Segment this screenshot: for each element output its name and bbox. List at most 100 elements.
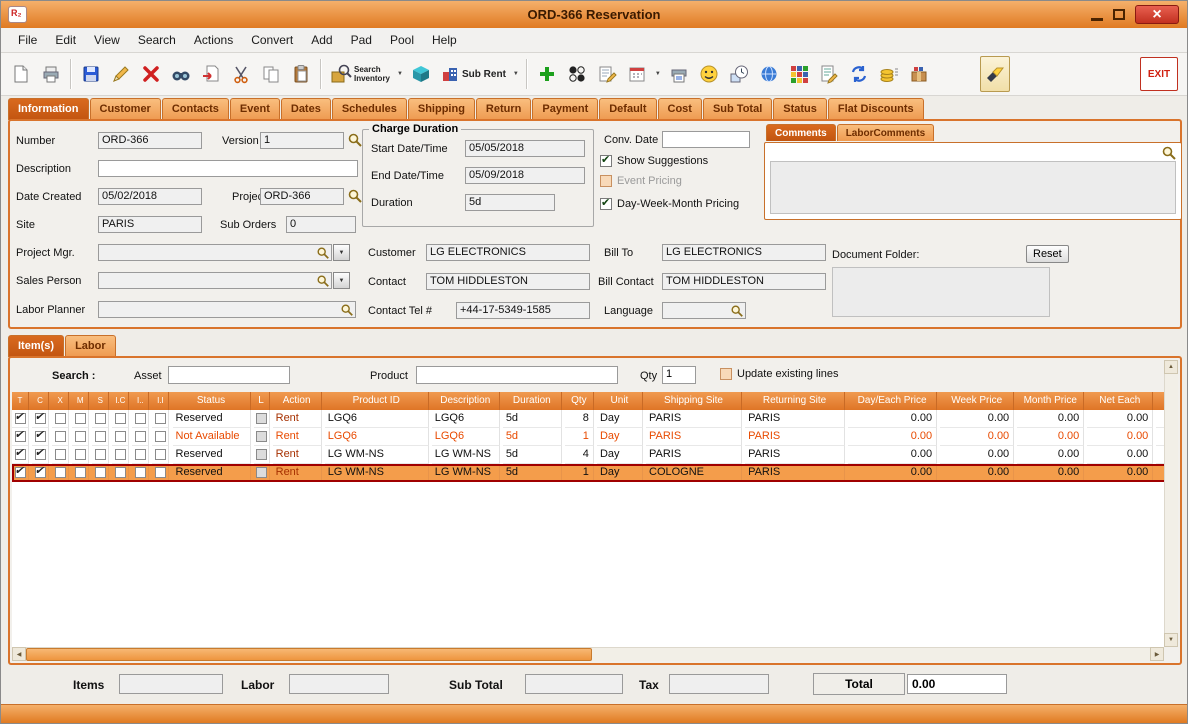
- sync-button[interactable]: [844, 56, 874, 92]
- tab-sub-total[interactable]: Sub Total: [702, 98, 773, 120]
- number-field[interactable]: ORD-366: [98, 132, 202, 149]
- convert-button[interactable]: [196, 56, 226, 92]
- tab-schedules[interactable]: Schedules: [331, 98, 407, 120]
- bill-contact-field[interactable]: TOM HIDDLESTON: [662, 273, 826, 290]
- column-header[interactable]: S: [92, 392, 110, 410]
- column-header[interactable]: I.I: [152, 392, 170, 410]
- labor-planner-search-icon[interactable]: [340, 303, 354, 317]
- i2-checkbox-cell[interactable]: [132, 428, 150, 446]
- duration-field[interactable]: 5d: [465, 194, 555, 211]
- title-bar[interactable]: ORD-366 Reservation: [1, 1, 1187, 28]
- tab-comments[interactable]: Comments: [766, 124, 836, 141]
- tab-payment[interactable]: Payment: [532, 98, 599, 120]
- update-existing-lines-checkbox[interactable]: Update existing lines: [720, 368, 839, 380]
- menu-add[interactable]: Add: [302, 30, 341, 50]
- t-checkbox-cell[interactable]: [12, 446, 29, 464]
- ic-checkbox-cell[interactable]: [112, 428, 130, 446]
- reset-button[interactable]: Reset: [1026, 245, 1069, 263]
- t-checkbox-cell[interactable]: [12, 428, 29, 446]
- menu-search[interactable]: Search: [129, 30, 185, 50]
- l-checkbox-cell[interactable]: [253, 446, 270, 464]
- c-checkbox-cell[interactable]: [32, 410, 50, 428]
- sales-person-field[interactable]: [98, 272, 332, 289]
- menu-file[interactable]: File: [9, 30, 46, 50]
- t-checkbox-cell[interactable]: [12, 410, 29, 428]
- version-search-icon[interactable]: [347, 132, 363, 148]
- product-search-input[interactable]: [416, 366, 618, 384]
- tab-customer[interactable]: Customer: [89, 98, 161, 120]
- find-button[interactable]: [166, 56, 196, 92]
- column-header[interactable]: X: [52, 392, 70, 410]
- tab-dates[interactable]: Dates: [280, 98, 331, 120]
- contact-tel-field[interactable]: +44-17-5349-1585: [456, 302, 590, 319]
- sales-person-search-icon[interactable]: [316, 274, 330, 288]
- day-week-month-checkbox[interactable]: Day-Week-Month Pricing: [600, 196, 739, 210]
- c-checkbox-cell[interactable]: [32, 428, 50, 446]
- m-checkbox-cell[interactable]: [72, 446, 90, 464]
- column-header-day-price[interactable]: Day/Each Price: [848, 392, 938, 410]
- column-header[interactable]: I..: [132, 392, 150, 410]
- tab-items[interactable]: Item(s): [8, 335, 65, 357]
- calendar-button[interactable]: [622, 56, 652, 92]
- column-header[interactable]: I.C: [112, 392, 130, 410]
- x-checkbox-cell[interactable]: [52, 428, 70, 446]
- m-checkbox-cell[interactable]: [72, 428, 90, 446]
- c-checkbox-cell[interactable]: [32, 446, 50, 464]
- ii-checkbox-cell[interactable]: [152, 446, 170, 464]
- products-cube-button[interactable]: [406, 56, 436, 92]
- contact-field[interactable]: TOM HIDDLESTON: [426, 273, 590, 290]
- sales-person-dropdown[interactable]: [333, 272, 350, 289]
- column-header[interactable]: M: [72, 392, 90, 410]
- customer-field[interactable]: LG ELECTRONICS: [426, 244, 590, 261]
- menu-pool[interactable]: Pool: [381, 30, 423, 50]
- availability-button[interactable]: [562, 56, 592, 92]
- show-suggestions-checkbox[interactable]: Show Suggestions: [600, 153, 708, 167]
- menu-view[interactable]: View: [85, 30, 129, 50]
- shipment-button[interactable]: [904, 56, 934, 92]
- c-checkbox-cell[interactable]: [32, 464, 50, 482]
- ic-checkbox-cell[interactable]: [112, 446, 130, 464]
- tab-flat-discounts[interactable]: Flat Discounts: [827, 98, 924, 120]
- customer-service-button[interactable]: [694, 56, 724, 92]
- labor-planner-field[interactable]: [98, 301, 356, 318]
- edit-button[interactable]: [106, 56, 136, 92]
- project-search-icon[interactable]: [347, 188, 363, 204]
- copy-button[interactable]: [256, 56, 286, 92]
- globe-button[interactable]: [754, 56, 784, 92]
- l-checkbox-cell[interactable]: [253, 428, 270, 446]
- search-inventory-button[interactable]: Search Inventory: [326, 56, 394, 92]
- bill-to-field[interactable]: LG ELECTRONICS: [662, 244, 826, 261]
- site-field[interactable]: PARIS: [98, 216, 202, 233]
- scroll-right-button[interactable]: [1150, 647, 1164, 661]
- table-row[interactable]: Reserved Rent LG WM-NS LG WM-NS 5d 4 Day…: [12, 446, 1164, 464]
- delete-button[interactable]: [136, 56, 166, 92]
- s-checkbox-cell[interactable]: [92, 464, 110, 482]
- calendar-dropdown[interactable]: [652, 57, 664, 91]
- column-header-week-price[interactable]: Week Price: [940, 392, 1015, 410]
- paste-button[interactable]: [286, 56, 316, 92]
- project-field[interactable]: ORD-366: [260, 188, 344, 205]
- tab-contacts[interactable]: Contacts: [161, 98, 229, 120]
- comments-search-icon[interactable]: [1161, 145, 1177, 161]
- add-item-button[interactable]: [532, 56, 562, 92]
- description-field[interactable]: [98, 160, 358, 177]
- column-header-duration[interactable]: Duration: [503, 392, 562, 410]
- start-date-field[interactable]: 05/05/2018: [465, 140, 585, 157]
- minimize-button[interactable]: [1091, 17, 1103, 21]
- column-header[interactable]: C: [32, 392, 50, 410]
- ii-checkbox-cell[interactable]: [152, 464, 170, 482]
- m-checkbox-cell[interactable]: [72, 410, 90, 428]
- table-row-selected[interactable]: Reserved Rent LG WM-NS LG WM-NS 5d 1 Day…: [12, 464, 1164, 482]
- new-document-button[interactable]: [6, 56, 36, 92]
- cut-button[interactable]: [226, 56, 256, 92]
- date-created-field[interactable]: 05/02/2018: [98, 188, 202, 205]
- print-button[interactable]: [36, 56, 66, 92]
- l-checkbox-cell[interactable]: [253, 464, 270, 482]
- column-header-action[interactable]: Action: [273, 392, 322, 410]
- x-checkbox-cell[interactable]: [52, 446, 70, 464]
- l-checkbox-cell[interactable]: [253, 410, 270, 428]
- i2-checkbox-cell[interactable]: [132, 410, 150, 428]
- scroll-up-button[interactable]: [1164, 360, 1178, 374]
- tab-event[interactable]: Event: [229, 98, 280, 120]
- column-header-total-cost[interactable]: Total Cost: [1156, 392, 1164, 410]
